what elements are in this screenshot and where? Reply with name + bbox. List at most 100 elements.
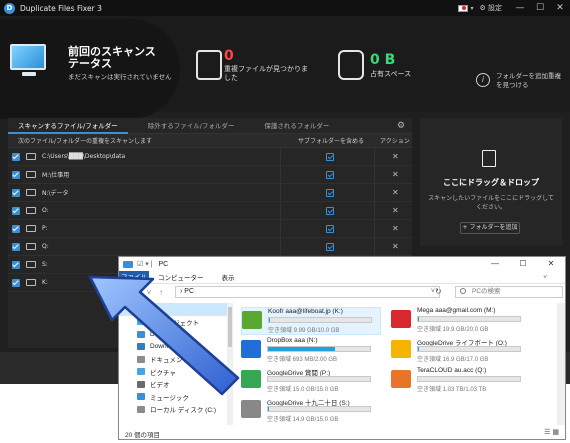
close-button[interactable]: ✕ bbox=[550, 3, 570, 13]
drive-item[interactable]: GoogleDrive 賞閲 (P:) 空き領域 15.0 GB/15.0 GB bbox=[241, 367, 381, 395]
include-subfolders-checkbox[interactable] bbox=[326, 189, 334, 197]
content-scrollbar[interactable] bbox=[557, 303, 565, 425]
language-caret-icon[interactable]: ▾ bbox=[470, 5, 473, 12]
drive-icon bbox=[242, 311, 262, 329]
tree-item-label: ピクチャ bbox=[150, 369, 176, 377]
drive-item[interactable]: Koofr aaa@lifeboat.jp (K:) 空き領域 9.99 GB/1… bbox=[241, 307, 381, 335]
include-subfolders-checkbox[interactable] bbox=[326, 153, 334, 161]
title-bar: D Duplicate Files Fixer 3 ▾ ⚙ 設定 — ☐ ✕ bbox=[0, 0, 570, 16]
language-flag-icon[interactable] bbox=[458, 4, 469, 12]
disk-icon bbox=[338, 50, 364, 80]
tab-scan[interactable]: スキャンするファイル/フォルダー bbox=[8, 118, 128, 134]
drive-name: TeraCLOUD au.acc (Q:) bbox=[417, 367, 487, 374]
remove-folder-button[interactable]: ✕ bbox=[392, 188, 399, 197]
remove-folder-button[interactable]: ✕ bbox=[392, 242, 399, 251]
back-arrow-icon[interactable]: ← bbox=[119, 288, 131, 297]
app-title: Duplicate Files Fixer 3 bbox=[20, 3, 102, 13]
up-arrow-icon[interactable]: ↑ bbox=[155, 288, 167, 297]
gear-icon[interactable]: ⚙ bbox=[396, 121, 406, 131]
drive-icon bbox=[241, 400, 261, 418]
ribbon-file-tab[interactable]: ファイル bbox=[119, 270, 149, 284]
tree-item[interactable]: ビデオ bbox=[119, 378, 233, 391]
table-row[interactable]: N:\データ ✕ bbox=[8, 184, 412, 202]
table-row[interactable]: P: ✕ bbox=[8, 220, 412, 238]
drive-item[interactable]: Mega aaa@gmail.com (M:) 空き領域 19.9 GB/20.0… bbox=[391, 307, 531, 335]
drop-zone[interactable]: ここにドラッグ＆ドロップ スキャンしたいファイルをここにドラッグしてください。 … bbox=[420, 118, 562, 246]
include-subfolders-checkbox[interactable] bbox=[326, 243, 334, 251]
tree-item[interactable] bbox=[119, 303, 233, 316]
view-toggle-buttons[interactable]: ☰ ▦ bbox=[544, 428, 559, 436]
duplicate-label: 重複ファイルが見つかりました bbox=[224, 65, 308, 82]
forward-arrow-icon[interactable]: → bbox=[131, 288, 143, 297]
row-checkbox[interactable] bbox=[12, 224, 20, 233]
include-subfolders-checkbox[interactable] bbox=[326, 207, 334, 215]
drive-item[interactable]: GoogleDrive ライフボート (O:) 空き領域 16.9 GB/17.0… bbox=[391, 337, 531, 365]
add-folder-button[interactable]: + フォルダーを追加 bbox=[460, 222, 520, 234]
table-row[interactable]: Q: ✕ bbox=[8, 238, 412, 256]
row-checkbox[interactable] bbox=[12, 152, 20, 161]
table-row[interactable]: M:\仕事用 ✕ bbox=[8, 166, 412, 184]
drive-usage-bar bbox=[267, 346, 371, 352]
drive-usage-bar bbox=[417, 376, 521, 382]
explorer-maximize-button[interactable]: ☐ bbox=[509, 257, 537, 271]
space-label: 占有スペース bbox=[370, 70, 412, 78]
include-subfolders-checkbox[interactable] bbox=[326, 171, 334, 179]
row-checkbox[interactable] bbox=[12, 242, 20, 251]
tree-item-icon bbox=[137, 343, 145, 351]
quick-access-toolbar[interactable]: ☑ ▾ | bbox=[137, 260, 153, 268]
drive-size: 空き領域 19.9 GB/20.0 GB bbox=[417, 327, 489, 333]
row-checkbox[interactable] bbox=[12, 206, 20, 215]
tree-item[interactable]: ミュージック bbox=[119, 391, 233, 404]
folder-path: M:\仕事用 bbox=[42, 172, 70, 179]
folder-icon bbox=[26, 225, 36, 232]
info-icon: i bbox=[476, 73, 490, 87]
remove-folder-button[interactable]: ✕ bbox=[392, 224, 399, 233]
drive-item[interactable]: GoogleDrive 十九二十日 (S:) 空き領域 14.9 GB/15.0 … bbox=[241, 397, 381, 425]
row-checkbox[interactable] bbox=[12, 278, 20, 287]
search-input[interactable]: PCの検索 bbox=[455, 286, 563, 298]
history-caret-icon[interactable]: ˅ bbox=[143, 288, 155, 297]
remove-folder-button[interactable]: ✕ bbox=[392, 206, 399, 215]
settings-button[interactable]: ⚙ 設定 bbox=[479, 3, 502, 13]
refresh-icon[interactable]: ↻ bbox=[435, 287, 442, 296]
ribbon-computer-tab[interactable]: コンピューター bbox=[149, 272, 213, 282]
info-text: フォルダーを追加重複を見つける bbox=[496, 72, 561, 89]
ribbon-view-tab[interactable]: 表示 bbox=[213, 272, 244, 282]
row-checkbox[interactable] bbox=[12, 188, 20, 197]
row-checkbox[interactable] bbox=[12, 170, 20, 179]
explorer-close-button[interactable]: ✕ bbox=[537, 257, 565, 271]
drive-item[interactable]: TeraCLOUD au.acc (Q:) 空き領域 1.03 TB/1.03 T… bbox=[391, 367, 531, 395]
remove-folder-button[interactable]: ✕ bbox=[392, 152, 399, 161]
explorer-title-bar: ☑ ▾ | PC — ☐ ✕ bbox=[119, 257, 565, 271]
address-input[interactable]: › PC ˅ bbox=[175, 286, 440, 298]
remove-folder-button[interactable]: ✕ bbox=[392, 170, 399, 179]
row-checkbox[interactable] bbox=[12, 260, 20, 269]
ribbon-expand-icon[interactable]: ˅ bbox=[543, 274, 547, 281]
folder-path: N:\データ bbox=[42, 190, 69, 197]
tree-item[interactable]: Downloads bbox=[119, 341, 233, 354]
tree-item-label: Downloads bbox=[150, 343, 183, 351]
tree-item[interactable]: ローカル ディスク (C:) bbox=[119, 403, 233, 416]
drive-size: 空き領域 9.99 GB/10.0 GB bbox=[268, 328, 340, 334]
tree-scrollbar[interactable] bbox=[227, 303, 233, 425]
drive-icon bbox=[391, 340, 411, 358]
document-icon bbox=[482, 150, 496, 167]
tab-protected[interactable]: 保護されるフォルダー bbox=[254, 118, 339, 134]
col-folder-header: 次のファイル/フォルダーの重複をスキャンします bbox=[18, 138, 153, 145]
explorer-minimize-button[interactable]: — bbox=[481, 257, 509, 271]
folder-icon bbox=[26, 279, 36, 286]
table-row[interactable]: C:\Users\███\Desktop\data ✕ bbox=[8, 148, 412, 166]
tree-item[interactable]: ドキュメント bbox=[119, 353, 233, 366]
tab-exclude[interactable]: 除外するファイル/フォルダー bbox=[138, 118, 245, 134]
minimize-button[interactable]: — bbox=[510, 3, 530, 13]
maximize-button[interactable]: ☐ bbox=[530, 3, 550, 13]
include-subfolders-checkbox[interactable] bbox=[326, 225, 334, 233]
drive-size: 空き領域 16.9 GB/17.0 GB bbox=[417, 357, 489, 363]
table-row[interactable]: O: ✕ bbox=[8, 202, 412, 220]
tree-item[interactable]: Desktop bbox=[119, 328, 233, 341]
drive-usage-bar bbox=[267, 406, 371, 412]
drive-item[interactable]: DropBox aaa (N:) 空き領域 693 MB/2.00 GB bbox=[241, 337, 381, 365]
tree-item[interactable]: 3D オブジェクト bbox=[119, 316, 233, 329]
drive-icon bbox=[391, 370, 411, 388]
tree-item[interactable]: ピクチャ bbox=[119, 366, 233, 379]
